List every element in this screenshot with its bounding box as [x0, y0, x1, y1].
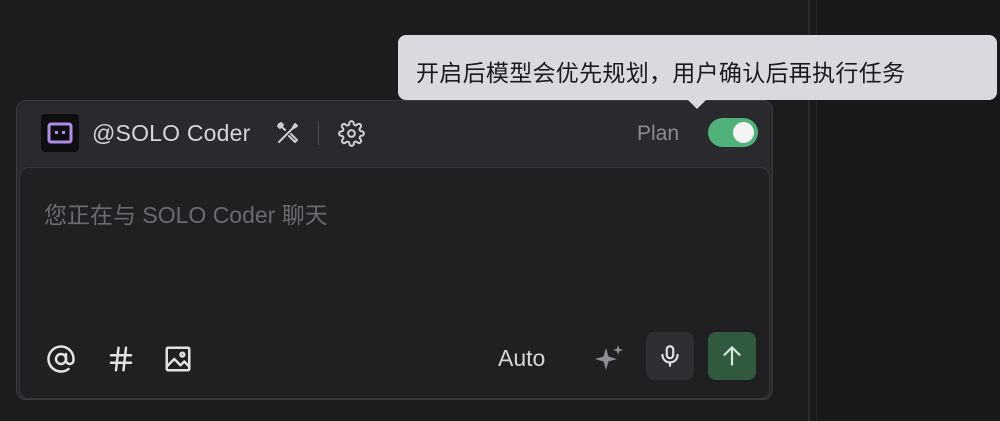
- tooltip-arrow: [687, 99, 707, 109]
- plan-toggle[interactable]: [708, 118, 758, 147]
- tooltip-text: 开启后模型会优先规划，用户确认后再执行任务: [416, 60, 906, 86]
- tools-icon[interactable]: [275, 120, 301, 146]
- arrow-up-icon: [723, 346, 741, 366]
- send-button[interactable]: [708, 332, 756, 380]
- plan-label: Plan: [637, 122, 680, 145]
- microphone-icon: [661, 345, 679, 367]
- image-icon[interactable]: [163, 344, 193, 374]
- header-divider: [318, 121, 319, 145]
- toggle-knob: [733, 122, 754, 143]
- plan-tooltip: 开启后模型会优先规划，用户确认后再执行任务: [398, 35, 997, 109]
- sparkle-icon[interactable]: [592, 342, 626, 376]
- chat-composer: @SOLO Coder Plan 您正在与 SOLO Coder 聊天 Auto: [16, 100, 773, 400]
- mode-selector[interactable]: Auto: [498, 345, 545, 372]
- composer-header: @SOLO Coder Plan: [17, 101, 772, 167]
- gear-icon[interactable]: [338, 120, 365, 147]
- voice-input-button[interactable]: [646, 332, 694, 380]
- app-window: @SOLO Coder Plan 您正在与 SOLO Coder 聊天 Auto…: [0, 0, 1000, 421]
- message-input[interactable]: 您正在与 SOLO Coder 聊天 Auto: [19, 167, 770, 399]
- robot-face-icon: [41, 114, 79, 152]
- agent-name[interactable]: @SOLO Coder: [92, 120, 251, 147]
- hash-icon[interactable]: [106, 344, 136, 374]
- at-icon[interactable]: [46, 344, 76, 374]
- input-placeholder: 您正在与 SOLO Coder 聊天: [44, 202, 328, 228]
